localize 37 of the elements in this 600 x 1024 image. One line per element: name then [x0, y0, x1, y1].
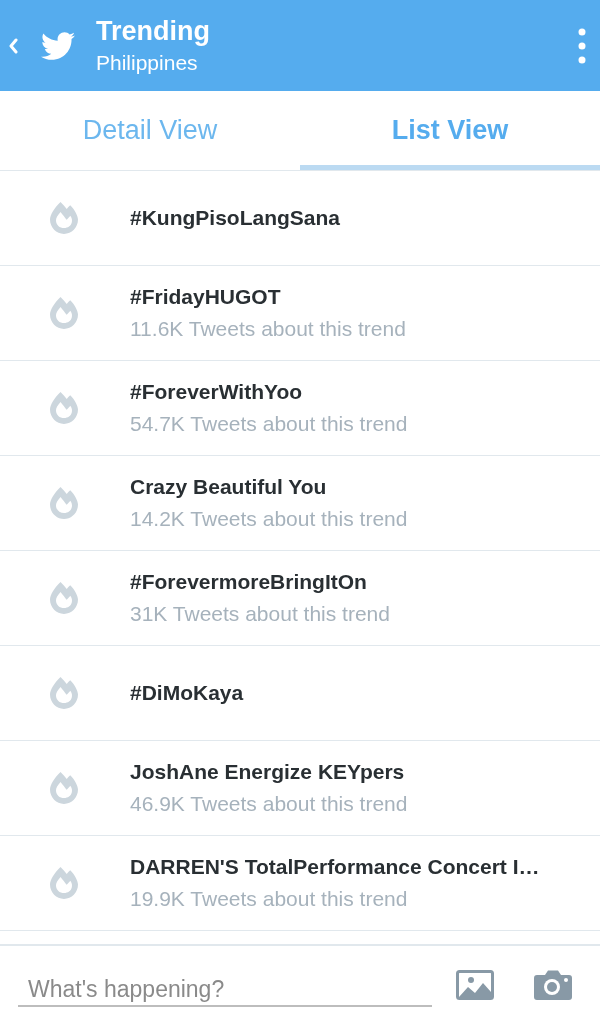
tweet-count: 54.7K Tweets about this trend	[130, 411, 408, 437]
trend-row[interactable]: JoshAne Energize KEYpers 46.9K Tweets about this trend	[0, 741, 600, 836]
header-title: Trending	[96, 15, 210, 47]
trend-row[interactable]: Crazy Beautiful You 14.2K Tweets about this trend	[0, 456, 600, 551]
more-icon[interactable]	[578, 27, 586, 64]
flame-icon	[50, 580, 78, 616]
tweet-count: 11.6K Tweets about this trend	[130, 316, 406, 342]
trend-row[interactable]: #FridayHUGOT 11.6K Tweets about this trend	[0, 266, 600, 361]
trend-name: DARREN'S TotalPerformance Concert I…	[130, 854, 540, 880]
flame-icon	[50, 675, 78, 711]
flame-icon	[50, 770, 78, 806]
trend-name: #ForeverWithYoo	[130, 379, 303, 405]
tweet-count: 14.2K Tweets about this trend	[130, 506, 408, 532]
trend-row[interactable]: #ForevermoreBringItOn 31K Tweets about this trend	[0, 551, 600, 646]
trend-name: JoshAne Energize KEYpers	[130, 759, 405, 785]
trend-row[interactable]: #ForeverWithYoo 54.7K Tweets about this trend	[0, 361, 600, 456]
trend-row[interactable]: #DiMoKaya	[0, 646, 600, 741]
header-subtitle: Philippines	[96, 50, 198, 76]
back-icon[interactable]	[8, 37, 18, 54]
flame-icon	[50, 485, 78, 521]
flame-icon	[50, 295, 78, 331]
trend-name: Crazy Beautiful You	[130, 474, 327, 500]
tweet-count: 19.9K Tweets about this trend	[130, 886, 408, 912]
trend-name: #DiMoKaya	[130, 680, 244, 706]
tweet-input[interactable]: What's happening?	[18, 963, 432, 1007]
flame-icon	[50, 200, 78, 236]
flame-icon	[50, 390, 78, 426]
camera-icon[interactable]	[534, 970, 572, 1000]
image-icon[interactable]	[456, 970, 494, 1000]
trend-name: #ForevermoreBringItOn	[130, 569, 367, 595]
tweet-count: 31K Tweets about this trend	[130, 601, 390, 627]
trend-name: #KungPisoLangSana	[130, 205, 341, 231]
trend-row[interactable]: DARREN'S TotalPerformance Concert I… 19.9K Tweets about this trend	[0, 836, 600, 931]
trend-name: #FridayHUGOT	[130, 284, 281, 310]
flame-icon	[50, 865, 78, 901]
tweet-count: 46.9K Tweets about this trend	[130, 791, 408, 817]
trend-row[interactable]: #KungPisoLangSana	[0, 171, 600, 266]
